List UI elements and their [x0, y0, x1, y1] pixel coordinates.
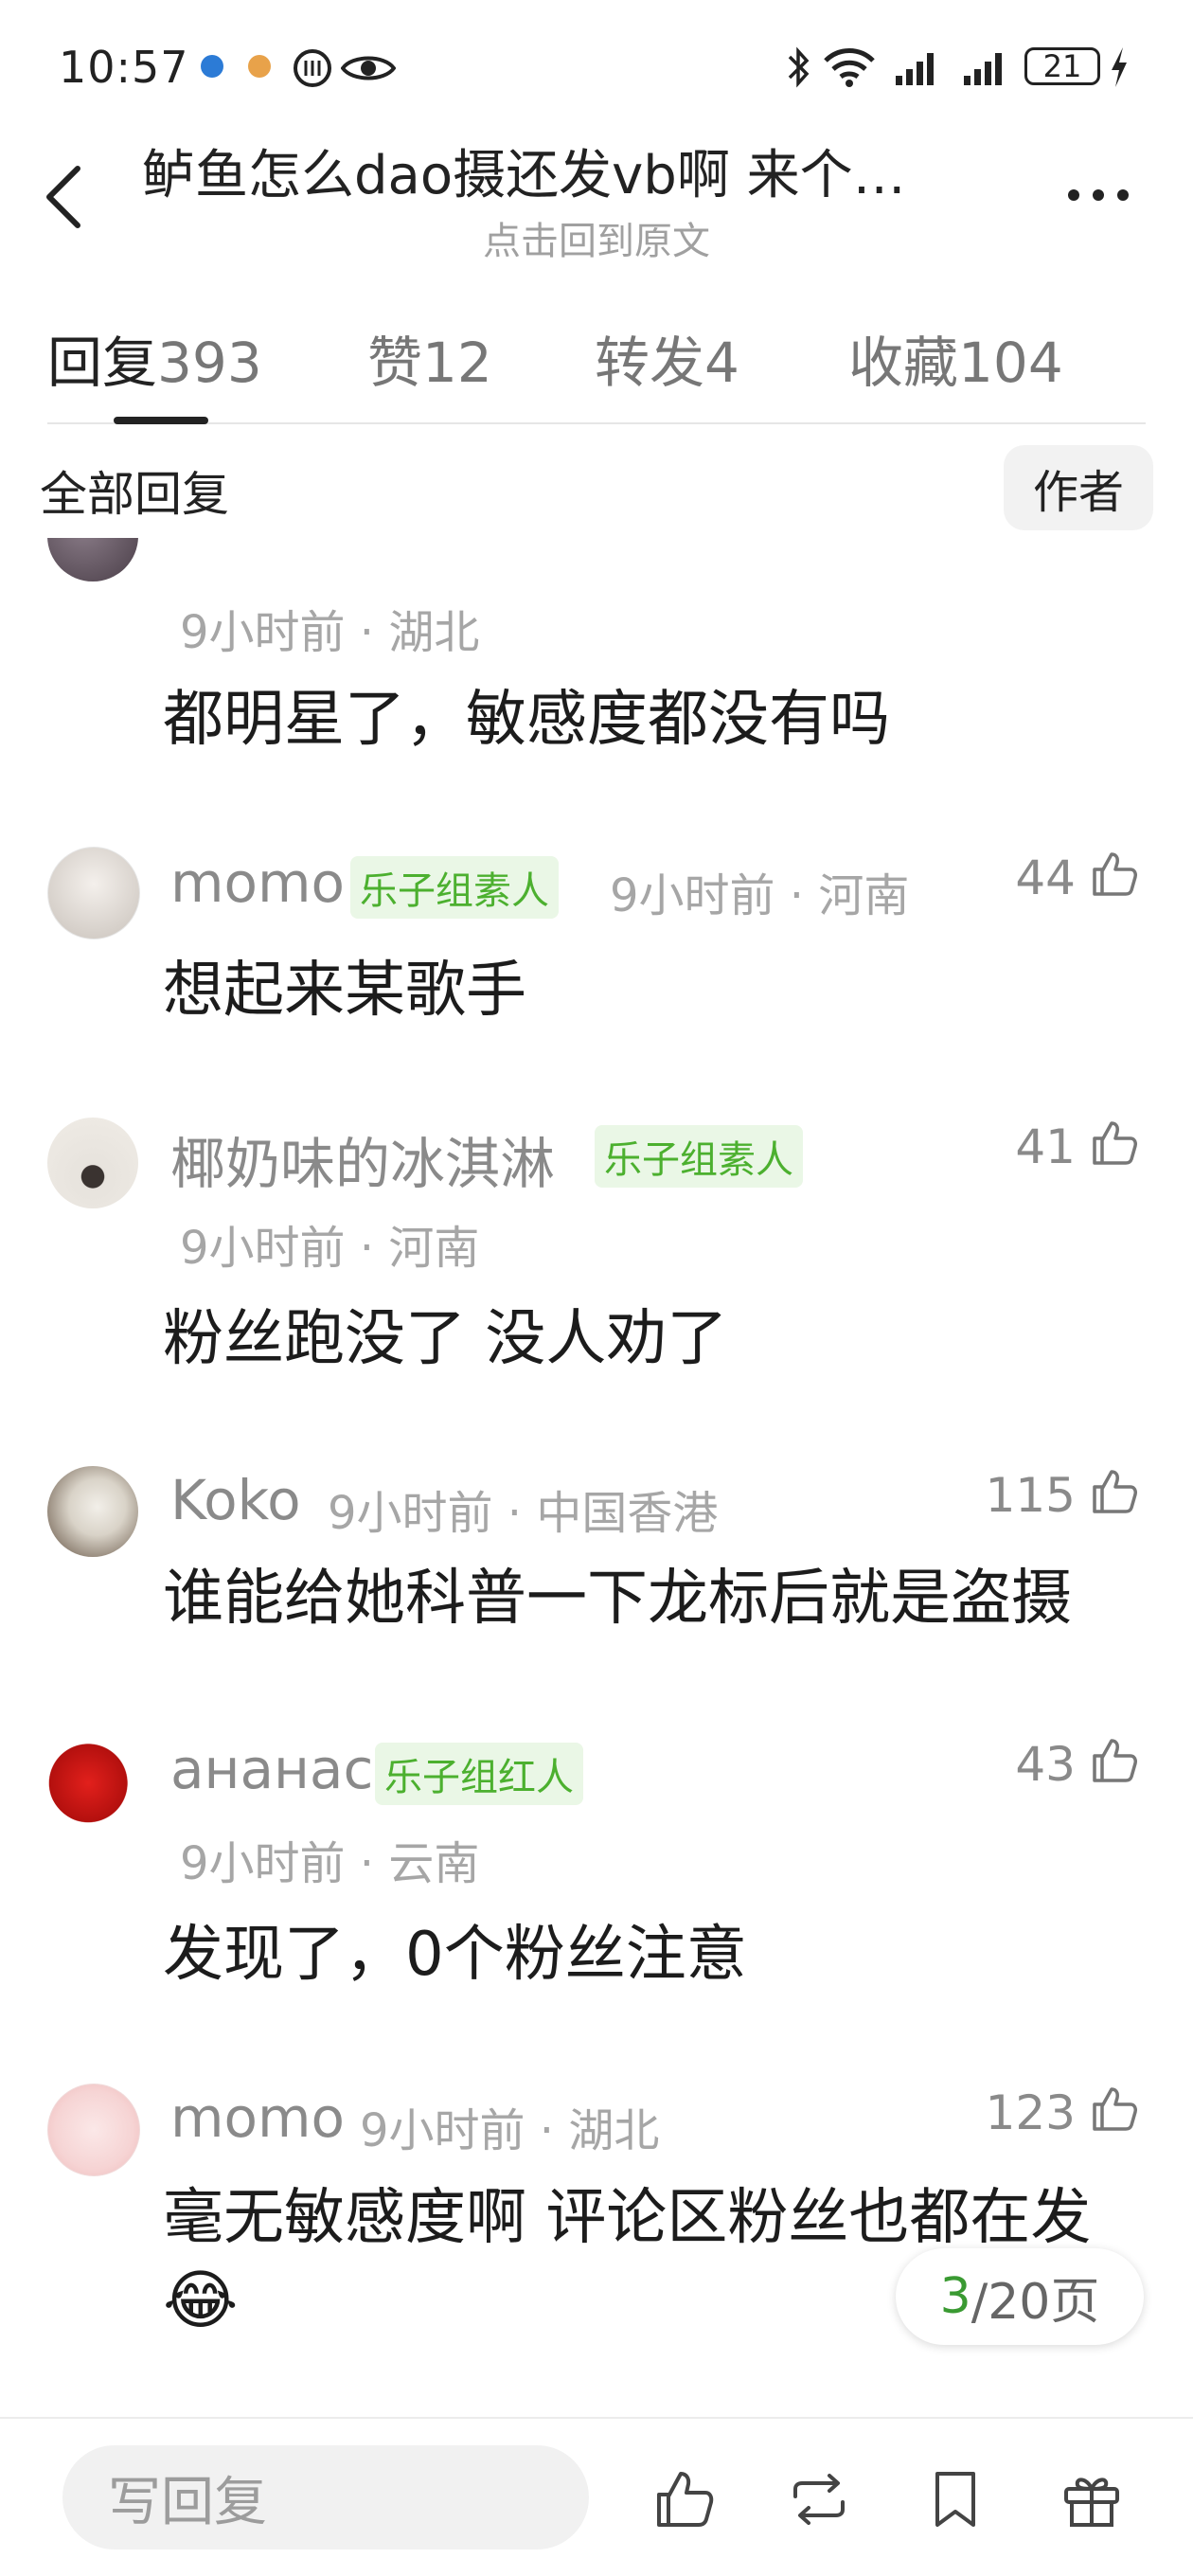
- laughing-emoji-icon: 😂: [163, 2263, 239, 2338]
- bookmark-icon[interactable]: [922, 2466, 988, 2532]
- tab-label: 赞: [367, 331, 423, 395]
- comment-text[interactable]: 粉丝跑没了 没人劝了: [163, 1290, 727, 1377]
- back-to-original-link[interactable]: 点击回到原文: [0, 210, 1193, 265]
- like-count: 44: [1015, 850, 1076, 905]
- comment-list[interactable]: 9小时前 · 湖北 都明星了，敏感度都没有吗 momo 乐子组素人 9小时前 ·…: [0, 538, 1193, 2417]
- tab-label: 回复: [47, 331, 158, 395]
- user-badge: 乐子组素人: [350, 856, 559, 919]
- active-tab-indicator: [114, 417, 208, 424]
- app-notif-icon: [201, 55, 223, 78]
- total-pages: /20页: [970, 2273, 1100, 2331]
- tab-reposts[interactable]: 转发4: [595, 318, 739, 398]
- post-title[interactable]: 鲈鱼怎么dao摄还发vb啊 来个…: [142, 133, 1013, 209]
- tab-label: 收藏: [848, 331, 959, 395]
- nfc-icon: [294, 49, 331, 87]
- tab-replies[interactable]: 回复393: [47, 318, 262, 398]
- tab-favorites[interactable]: 收藏104: [848, 318, 1063, 398]
- like-icon[interactable]: [651, 2466, 718, 2532]
- comment-time-location: 9小时前 · 中国香港: [328, 1487, 719, 1540]
- user-badge: 乐子组红人: [375, 1743, 583, 1805]
- comment-text[interactable]: 发现了，0个粉丝注意: [163, 1905, 747, 1993]
- avatar[interactable]: [47, 1118, 138, 1208]
- like-count: 43: [1015, 1737, 1076, 1792]
- user-badge: 乐子组素人: [595, 1125, 803, 1188]
- like-count: 123: [985, 2085, 1076, 2140]
- comment-username[interactable]: ананас: [170, 1737, 373, 1801]
- comment-time-location: 9小时前 · 云南: [180, 1837, 480, 1890]
- bottom-divider: [0, 2417, 1193, 2419]
- avatar[interactable]: [47, 1466, 138, 1557]
- more-menu-button[interactable]: [1060, 176, 1136, 214]
- comment-time-location: 9小时前 · 湖北: [360, 2104, 660, 2157]
- comment-text[interactable]: 都明星了，敏感度都没有吗: [163, 671, 890, 758]
- battery-icon: 21: [1024, 47, 1100, 85]
- wifi-icon: [824, 48, 875, 87]
- gift-icon[interactable]: [1059, 2466, 1125, 2532]
- charging-icon: [1112, 47, 1127, 87]
- comment-username[interactable]: momo: [170, 2085, 345, 2150]
- eye-icon: [341, 56, 396, 80]
- bluetooth-icon: [788, 46, 810, 88]
- like-icon[interactable]: [1089, 1735, 1140, 1786]
- comment-username[interactable]: Koko: [170, 1468, 301, 1532]
- comment-text[interactable]: 毫无敏感度啊 评论区粉丝也都在发: [163, 2169, 1091, 2256]
- comment-text[interactable]: 谁能给她科普一下龙标后就是盗摄: [163, 1549, 1072, 1637]
- like-count: 41: [1015, 1119, 1076, 1174]
- avatar[interactable]: [47, 2084, 140, 2176]
- comment-username[interactable]: momo: [170, 850, 345, 915]
- tab-count: 393: [157, 331, 262, 395]
- like-icon[interactable]: [1089, 1118, 1140, 1169]
- signal-icon: [896, 53, 934, 85]
- like-count: 115: [985, 1468, 1076, 1523]
- avatar[interactable]: [47, 538, 138, 581]
- like-icon[interactable]: [1089, 2084, 1140, 2135]
- comment-time-location: 9小时前 · 河南: [610, 869, 910, 922]
- all-replies-filter[interactable]: 全部回复: [40, 456, 229, 525]
- signal-icon: [964, 53, 1002, 85]
- app-notif-icon: [248, 55, 271, 78]
- tabs-divider: [47, 422, 1146, 424]
- like-icon[interactable]: [1089, 849, 1140, 900]
- tab-likes[interactable]: 赞12: [367, 318, 492, 398]
- comment-text[interactable]: 想起来某歌手: [163, 941, 526, 1029]
- current-page: 3: [939, 2268, 971, 2325]
- like-icon[interactable]: [1089, 1466, 1140, 1517]
- avatar[interactable]: [47, 847, 140, 939]
- status-time: 10:57: [59, 42, 189, 93]
- comment-username[interactable]: 椰奶味的冰淇淋: [170, 1119, 555, 1199]
- repost-icon[interactable]: [786, 2466, 852, 2532]
- comment-time-location: 9小时前 · 湖北: [180, 606, 480, 659]
- page-indicator[interactable]: 3/20页: [896, 2248, 1144, 2345]
- tab-count: 12: [422, 331, 492, 395]
- tab-label: 转发: [595, 331, 705, 395]
- tab-count: 4: [704, 331, 739, 395]
- tab-count: 104: [958, 331, 1063, 395]
- author-filter-button[interactable]: 作者: [1004, 445, 1153, 530]
- comment-time-location: 9小时前 · 河南: [180, 1222, 480, 1275]
- avatar[interactable]: [47, 1733, 138, 1824]
- reply-input[interactable]: 写回复: [62, 2445, 589, 2549]
